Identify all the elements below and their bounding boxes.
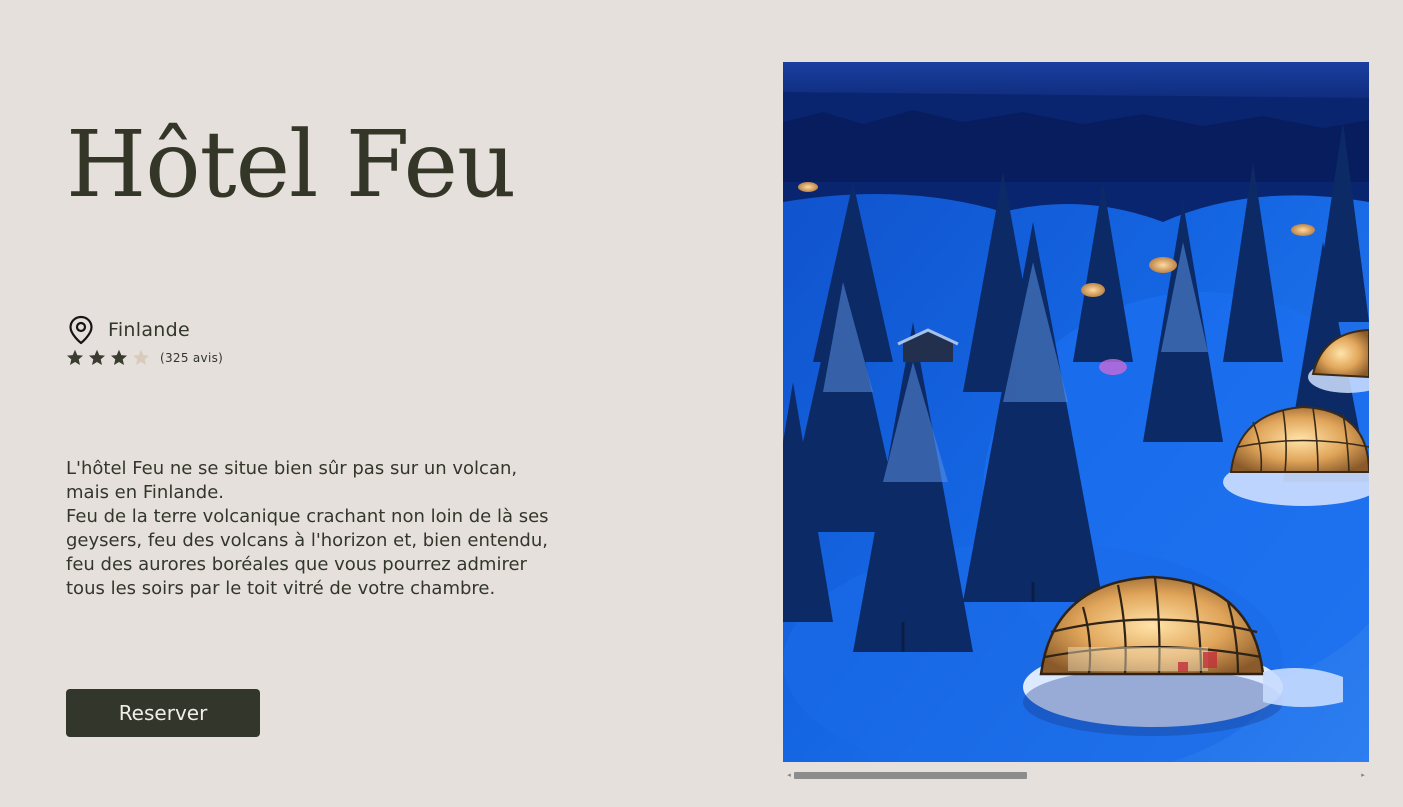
rating-stars — [66, 349, 150, 367]
scroll-right-icon[interactable]: ▸ — [1359, 771, 1367, 779]
hotel-location: Finlande — [66, 314, 190, 346]
review-count: (325 avis) — [160, 351, 224, 365]
location-label: Finlande — [108, 319, 190, 341]
star-filled-icon — [110, 349, 128, 367]
hotel-description: L'hôtel Feu ne se situe bien sûr pas sur… — [66, 457, 606, 601]
star-filled-icon — [88, 349, 106, 367]
map-pin-icon — [66, 314, 96, 346]
igloo-village-photo — [783, 62, 1369, 762]
star-filled-icon — [66, 349, 84, 367]
gallery-scrollbar[interactable]: ◂ ▸ — [783, 768, 1369, 782]
description-text: L'hôtel Feu ne se situe bien sûr pas sur… — [66, 458, 549, 599]
scroll-left-icon[interactable]: ◂ — [785, 771, 793, 779]
hotel-rating: (325 avis) — [66, 347, 223, 369]
hotel-photo — [783, 62, 1369, 762]
scrollbar-thumb[interactable] — [794, 772, 1027, 779]
star-empty-icon — [132, 349, 150, 367]
reserve-button[interactable]: Reserver — [66, 689, 260, 737]
hotel-title: Hôtel Feu — [66, 111, 516, 218]
